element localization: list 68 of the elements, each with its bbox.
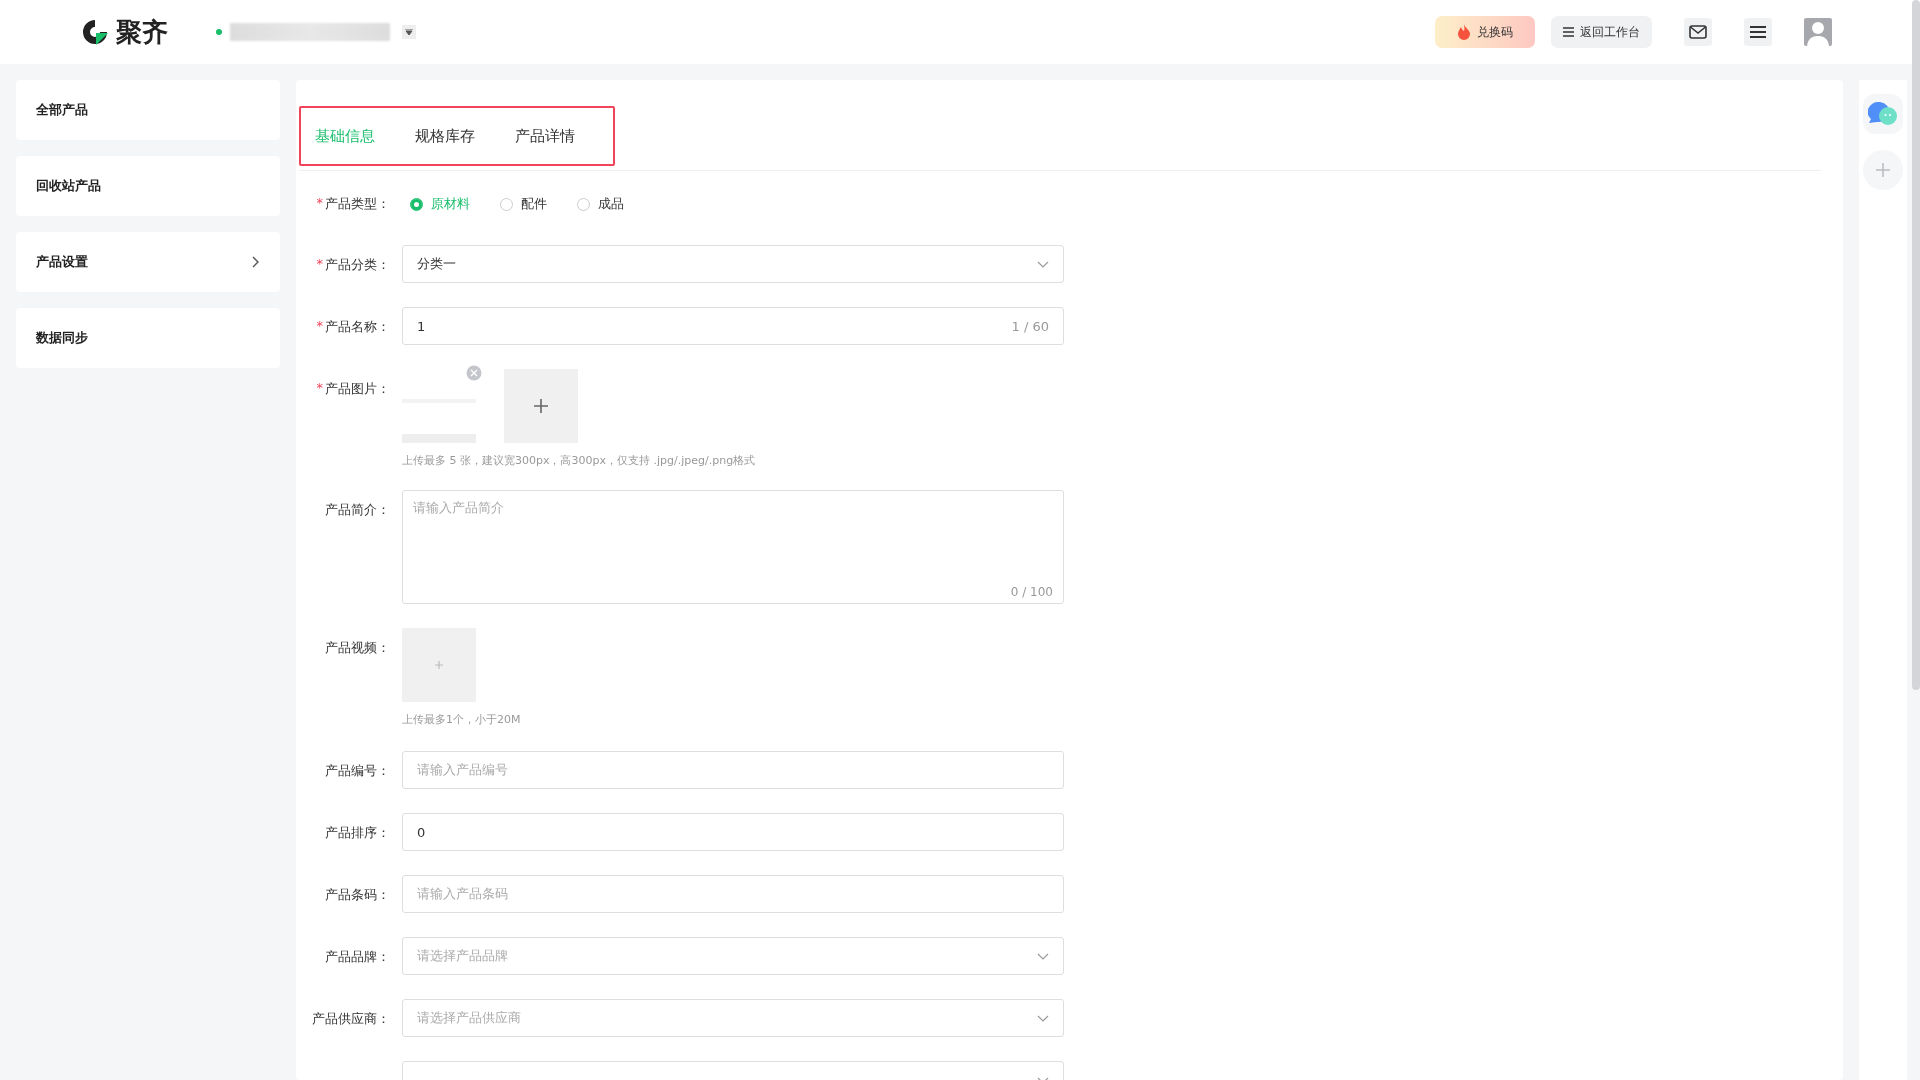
sidebar-item-label: 数据同步	[36, 329, 88, 347]
sidebar-item[interactable]: 产品设置	[16, 232, 280, 292]
tab[interactable]: 规格库存	[415, 126, 475, 146]
upload-hint: 上传最多 5 张，建议宽300px，高300px，仅支持 .jpg/.jpeg/.png格式	[402, 453, 757, 468]
chat-bubbles-icon[interactable]	[1863, 94, 1903, 134]
field-label: 产品编号：	[325, 762, 390, 780]
remove-icon[interactable]	[466, 365, 482, 381]
input-placeholder: 请输入产品编号	[417, 761, 508, 779]
field-label: 产品条码：	[325, 886, 390, 904]
field-label: 产品图片：	[325, 380, 390, 398]
input-value: 0	[417, 824, 426, 840]
scrollbar[interactable]	[1912, 0, 1920, 690]
plus-icon	[434, 660, 444, 670]
select-placeholder: 请选择产品品牌	[417, 947, 508, 965]
flame-icon	[1457, 24, 1471, 40]
field-label: 产品分类：	[325, 256, 390, 274]
required-mark: *	[316, 195, 323, 210]
radio-option[interactable]: 配件	[500, 195, 547, 213]
required-mark: *	[316, 318, 323, 333]
sidebar-item[interactable]: 回收站产品	[16, 156, 280, 216]
mail-icon[interactable]	[1684, 18, 1712, 46]
character-counter: 1 / 60	[1011, 318, 1049, 334]
radio-label: 成品	[598, 195, 624, 213]
field-label: 产品简介：	[325, 501, 390, 519]
menu-icon[interactable]	[1744, 18, 1772, 46]
chevron-down-icon	[1037, 1014, 1049, 1022]
textarea-placeholder: 请输入产品简介	[413, 499, 504, 517]
required-mark: *	[316, 256, 323, 271]
radio-option[interactable]: 成品	[577, 195, 624, 213]
add-icon[interactable]	[1863, 150, 1903, 190]
field-label: 产品名称：	[325, 318, 390, 336]
avatar-icon[interactable]	[1804, 18, 1832, 46]
logo-text: 聚齐	[116, 15, 168, 49]
field-label: 产品类型：	[325, 195, 390, 213]
radio-label: 配件	[521, 195, 547, 213]
chevron-down-icon	[1037, 952, 1049, 960]
upload-hint: 上传最多1个，小于20M	[402, 712, 522, 727]
required-mark: *	[316, 380, 323, 395]
sidebar-item[interactable]: 数据同步	[16, 308, 280, 368]
field-label: 产品供应商：	[312, 1010, 390, 1028]
radio-label: 原材料	[431, 195, 470, 213]
input-placeholder: 请输入产品条码	[417, 885, 508, 903]
plus-icon	[533, 398, 549, 414]
input-field[interactable]: 1 1 / 60	[402, 307, 1064, 345]
input-value: 1	[417, 318, 426, 334]
redeem-code-button[interactable]: 兑换码	[1435, 16, 1535, 48]
video-upload-button[interactable]	[402, 628, 476, 702]
field-label: 产品排序：	[325, 824, 390, 842]
tab[interactable]: 产品详情	[515, 126, 575, 146]
list-icon	[1563, 27, 1574, 37]
select-field[interactable]: 分类一	[402, 245, 1064, 283]
input-field[interactable]: 0	[402, 813, 1064, 851]
sidebar-item-label: 产品设置	[36, 253, 88, 271]
workbench-button[interactable]: 返回工作台	[1551, 16, 1652, 48]
character-counter: 0 / 100	[1010, 585, 1053, 599]
sidebar-item-label: 回收站产品	[36, 177, 101, 195]
sidebar-item-label: 全部产品	[36, 101, 88, 119]
logo-icon	[80, 17, 110, 47]
status-dot	[216, 29, 222, 35]
sidebar-item[interactable]: 全部产品	[16, 80, 280, 140]
field-label: 产品视频：	[325, 639, 390, 657]
select-value: 分类一	[417, 255, 456, 273]
chevron-down-icon	[1037, 260, 1049, 268]
caret-down-icon	[405, 29, 413, 35]
field-label: 产品品牌：	[325, 948, 390, 966]
select-placeholder: 请选择产品供应商	[417, 1009, 521, 1027]
dropdown-button[interactable]	[402, 25, 416, 39]
upload-add-button[interactable]	[504, 369, 578, 443]
